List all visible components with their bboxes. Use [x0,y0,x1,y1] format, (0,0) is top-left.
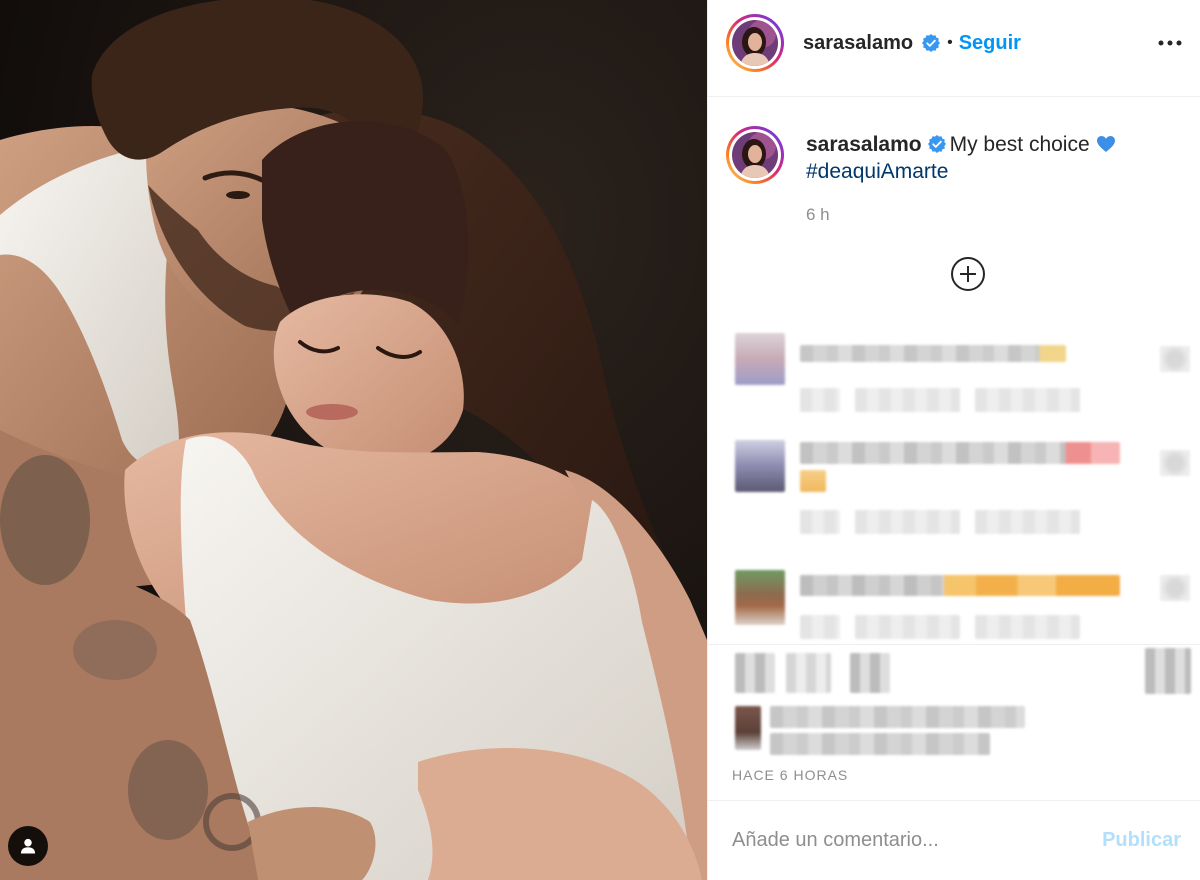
comment-meta [800,388,840,412]
comment-text [800,575,1120,596]
post-photo[interactable] [0,0,707,880]
man-eye-left [226,191,250,199]
comment-meta [800,615,840,639]
comment-like-icon[interactable] [1160,346,1190,372]
header-username[interactable]: sarasalamo [803,32,913,55]
avatar-image [732,132,778,178]
caption-body: My best choice [949,133,1090,156]
like-button[interactable] [735,653,775,693]
header-user-row: sarasalamo • Seguir [803,0,1021,86]
comment-meta [800,510,840,534]
tattoo-clouds [73,620,157,680]
comment-text [800,470,826,492]
woman-lips [306,404,358,420]
verified-badge-icon [927,135,946,153]
tattoo-lion [0,455,90,585]
comment-meta [975,510,1080,534]
likes-avatar[interactable] [735,706,761,750]
post-photo-illustration [0,0,707,880]
caption-avatar[interactable] [726,126,784,184]
verified-badge-icon [922,34,941,52]
publish-button[interactable]: Publicar [1102,801,1181,880]
plus-circle-icon[interactable] [950,256,986,292]
comment-avatar[interactable] [735,440,785,492]
tattoo-cherub [128,740,208,840]
likes-text [770,733,990,755]
comment-button[interactable] [786,653,831,693]
header-avatar[interactable] [726,14,784,72]
comment-text [800,345,1066,362]
comment-like-icon[interactable] [1160,575,1190,601]
comment-input[interactable] [732,801,1062,880]
blue-heart-emoji-icon [1096,136,1115,152]
caption-line: sarasalamo My best choice [806,131,1186,158]
actions-divider [708,644,1200,645]
comment-like-icon[interactable] [1160,450,1190,476]
comment-box: Publicar [708,800,1200,880]
share-button[interactable] [850,653,890,693]
man-hand [248,807,376,880]
comment-meta [975,388,1080,412]
more-options-icon[interactable] [1157,33,1183,53]
caption-hashtag[interactable]: #deaquiAmarte [806,158,948,185]
avatar-gap [729,17,781,69]
comment-meta [855,388,960,412]
comment-meta [975,615,1080,639]
follow-button[interactable]: Seguir [959,32,1021,55]
comment-meta [855,615,960,639]
likes-text[interactable] [770,706,1025,728]
comment-avatar[interactable] [735,333,785,385]
caption: sarasalamo My best choice #deaquiAmarte [806,131,1186,185]
avatar-gap [729,129,781,181]
caption-time: 6 h [806,205,830,224]
post-header: sarasalamo • Seguir [708,0,1200,97]
save-button[interactable] [1145,648,1191,694]
post-timestamp[interactable]: HACE 6 HORAS [732,767,848,783]
person-glyph [20,838,36,854]
caption-username[interactable]: sarasalamo [806,133,922,156]
user-tag-icon[interactable] [8,826,48,866]
comment-meta [855,510,960,534]
post-side-panel: sarasalamo • Seguir sarasalamo My best c… [707,0,1200,880]
avatar-image [732,20,778,66]
comment-text [800,442,1120,464]
header-separator: • [947,34,953,51]
comment-avatar[interactable] [735,570,785,625]
